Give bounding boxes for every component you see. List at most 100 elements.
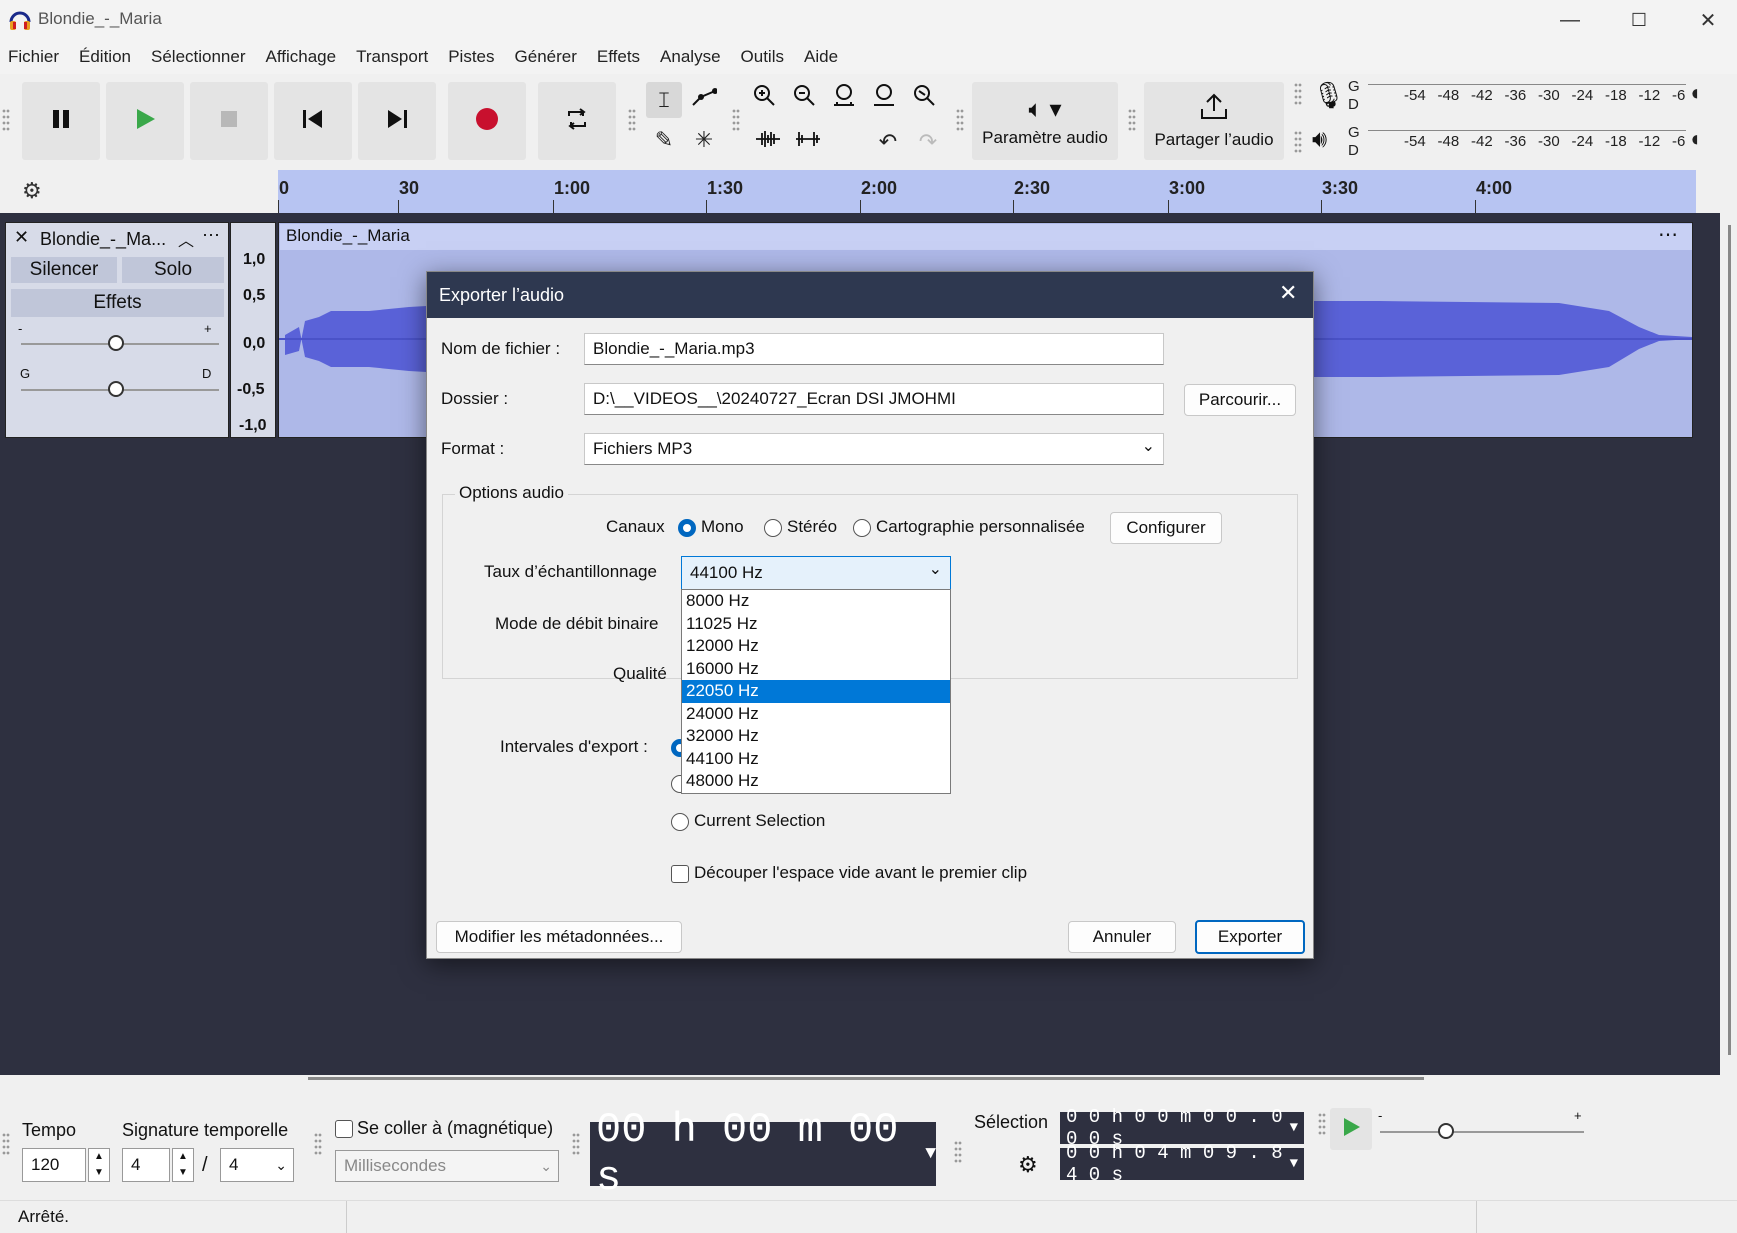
filename-input[interactable]: Blondie_-_Maria.mp3 bbox=[584, 333, 1164, 365]
minimize-button[interactable]: — bbox=[1535, 0, 1605, 40]
silence-selection-button[interactable] bbox=[790, 124, 826, 160]
tempo-input[interactable]: 120 bbox=[22, 1148, 86, 1182]
trim-silence-checkbox[interactable] bbox=[671, 865, 689, 883]
skip-to-start-button[interactable] bbox=[274, 82, 352, 160]
collapse-track-icon[interactable]: ︿ bbox=[178, 227, 194, 251]
audio-setup-button[interactable]: 🔈︎ ▾ Paramètre audio bbox=[972, 82, 1118, 160]
menu-selectionner[interactable]: Sélectionner bbox=[151, 47, 246, 67]
sample-rate-option-highlighted[interactable]: 22050 Hz bbox=[682, 680, 950, 703]
current-selection-radio[interactable] bbox=[671, 813, 689, 831]
solo-button[interactable]: Solo bbox=[122, 257, 224, 283]
timeline-ruler[interactable]: 0 30 1:00 1:30 2:00 2:30 3:00 3:30 4:00 bbox=[278, 170, 1696, 213]
fit-selection-button[interactable] bbox=[826, 80, 862, 116]
record-meter[interactable]: G D -54 -48 -42 -36 -30 -24 -18 -12 -6 ◖ bbox=[1348, 74, 1701, 114]
custom-mapping-radio[interactable] bbox=[853, 519, 871, 537]
sample-rate-option[interactable]: 8000 Hz bbox=[682, 590, 950, 613]
export-button[interactable]: Exporter bbox=[1195, 920, 1305, 954]
sample-rate-option[interactable]: 24000 Hz bbox=[682, 703, 950, 726]
close-window-button[interactable]: ✕ bbox=[1673, 0, 1737, 40]
mute-button[interactable]: Silencer bbox=[11, 257, 117, 283]
track-menu-icon[interactable]: ⋯ bbox=[202, 225, 220, 246]
zoom-toggle-button[interactable] bbox=[906, 80, 942, 116]
snap-checkbox[interactable] bbox=[335, 1120, 353, 1138]
toolbar-grip[interactable] bbox=[572, 1132, 580, 1156]
toolbar-grip[interactable] bbox=[1294, 130, 1302, 154]
sample-rate-option[interactable]: 11025 Hz bbox=[682, 613, 950, 636]
selection-end[interactable]: 0 0 h 0 4 m 0 9 . 8 4 0 s ▼ bbox=[1060, 1142, 1304, 1186]
menu-outils[interactable]: Outils bbox=[741, 47, 784, 67]
folder-input[interactable]: D:\__VIDEOS__\20240727_Ecran DSI JMOHMI bbox=[584, 383, 1164, 415]
zoom-in-button[interactable] bbox=[746, 80, 782, 116]
envelope-tool-button[interactable] bbox=[686, 82, 722, 118]
play-at-speed-button[interactable] bbox=[1330, 1108, 1372, 1150]
speaker-meter-icon[interactable]: 🔊︎ bbox=[1312, 126, 1327, 154]
stereo-radio[interactable] bbox=[764, 519, 782, 537]
scrollbar-thumb[interactable] bbox=[1728, 225, 1731, 1055]
toolbar-grip[interactable] bbox=[1128, 108, 1136, 132]
draw-tool-button[interactable]: ✎ bbox=[646, 122, 682, 158]
playback-meter[interactable]: G D -54 -48 -42 -36 -30 -24 -18 -12 -6 ◖ bbox=[1348, 120, 1701, 160]
menu-generer[interactable]: Générer bbox=[515, 47, 577, 67]
selection-start[interactable]: 0 0 h 0 0 m 0 0 . 0 0 0 s ▼ bbox=[1060, 1106, 1304, 1150]
toolbar-grip[interactable] bbox=[628, 108, 636, 132]
close-track-icon[interactable]: ✕ bbox=[14, 227, 29, 248]
toolbar-grip[interactable] bbox=[732, 108, 740, 132]
time-display[interactable]: 00 h 00 m 00 s ▼ bbox=[590, 1106, 936, 1202]
selection-tool-button[interactable]: 𝙸 bbox=[646, 82, 682, 118]
browse-button[interactable]: Parcourir... bbox=[1184, 384, 1296, 416]
sample-rate-options-list[interactable]: 8000 Hz 11025 Hz 12000 Hz 16000 Hz 22050… bbox=[681, 589, 951, 794]
clip-menu-icon[interactable]: ⋯ bbox=[1658, 222, 1678, 247]
multi-tool-button[interactable]: ✳ bbox=[686, 122, 722, 158]
trim-outside-button[interactable] bbox=[750, 124, 786, 160]
share-audio-button[interactable]: Partager l’audio bbox=[1144, 82, 1284, 160]
microphone-icon[interactable]: 🎙︎ bbox=[1312, 80, 1345, 111]
timeline-settings-icon[interactable]: ⚙ bbox=[22, 178, 42, 204]
sample-rate-option[interactable]: 48000 Hz bbox=[682, 770, 950, 793]
maximize-button[interactable]: ☐ bbox=[1604, 0, 1674, 40]
selection-settings-icon[interactable]: ⚙ bbox=[1018, 1152, 1038, 1178]
amplitude-scale[interactable]: 1,0 0,5 0,0 -0,5 -1,0 bbox=[230, 222, 276, 438]
menu-affichage[interactable]: Affichage bbox=[266, 47, 337, 67]
vertical-scrollbar[interactable] bbox=[1722, 213, 1737, 1075]
toolbar-grip[interactable] bbox=[314, 1132, 322, 1156]
undo-button[interactable]: ↶ bbox=[870, 124, 906, 160]
menu-fichier[interactable]: Fichier bbox=[8, 47, 59, 67]
track-name[interactable]: Blondie_-_Ma... bbox=[40, 229, 166, 250]
menu-transport[interactable]: Transport bbox=[356, 47, 428, 67]
loop-button[interactable] bbox=[538, 82, 616, 160]
clip-header[interactable]: Blondie_-_Maria ⋯ bbox=[280, 224, 1692, 250]
menu-analyse[interactable]: Analyse bbox=[660, 47, 720, 67]
zoom-out-button[interactable] bbox=[786, 80, 822, 116]
toolbar-grip[interactable] bbox=[1294, 82, 1302, 106]
edit-metadata-button[interactable]: Modifier les métadonnées... bbox=[436, 921, 682, 953]
snap-unit-select[interactable]: Millisecondes ⌄ bbox=[335, 1150, 559, 1182]
signature-spinner[interactable]: ▲ ▼ bbox=[172, 1148, 194, 1182]
play-button[interactable] bbox=[106, 82, 184, 160]
cancel-button[interactable]: Annuler bbox=[1068, 921, 1176, 953]
stop-button[interactable] bbox=[190, 82, 268, 160]
signature-numerator-input[interactable]: 4 bbox=[122, 1148, 170, 1182]
skip-to-end-button[interactable] bbox=[358, 82, 436, 160]
menu-pistes[interactable]: Pistes bbox=[448, 47, 494, 67]
record-button[interactable] bbox=[448, 82, 526, 160]
sample-rate-option[interactable]: 12000 Hz bbox=[682, 635, 950, 658]
effects-button[interactable]: Effets bbox=[11, 289, 224, 317]
tempo-spinner[interactable]: ▲ ▼ bbox=[88, 1148, 110, 1182]
toolbar-grip[interactable] bbox=[2, 1132, 10, 1156]
format-select[interactable]: Fichiers MP3 ⌄ bbox=[584, 433, 1164, 465]
toolbar-grip[interactable] bbox=[956, 108, 964, 132]
dialog-close-icon[interactable]: ✕ bbox=[1279, 280, 1297, 306]
speed-slider-track[interactable] bbox=[1380, 1131, 1584, 1133]
mono-radio[interactable] bbox=[678, 519, 696, 537]
toolbar-grip[interactable] bbox=[1318, 1112, 1326, 1136]
fit-project-button[interactable] bbox=[866, 80, 902, 116]
sample-rate-option[interactable]: 16000 Hz bbox=[682, 658, 950, 681]
speed-slider-thumb[interactable] bbox=[1438, 1123, 1454, 1139]
sample-rate-select[interactable]: 44100 Hz ⌄ bbox=[681, 556, 951, 590]
menu-edition[interactable]: Édition bbox=[79, 47, 131, 67]
menu-aide[interactable]: Aide bbox=[804, 47, 838, 67]
sample-rate-option[interactable]: 32000 Hz bbox=[682, 725, 950, 748]
configure-button[interactable]: Configurer bbox=[1110, 512, 1222, 544]
redo-button[interactable]: ↷ bbox=[910, 124, 946, 160]
pause-button[interactable] bbox=[22, 82, 100, 160]
